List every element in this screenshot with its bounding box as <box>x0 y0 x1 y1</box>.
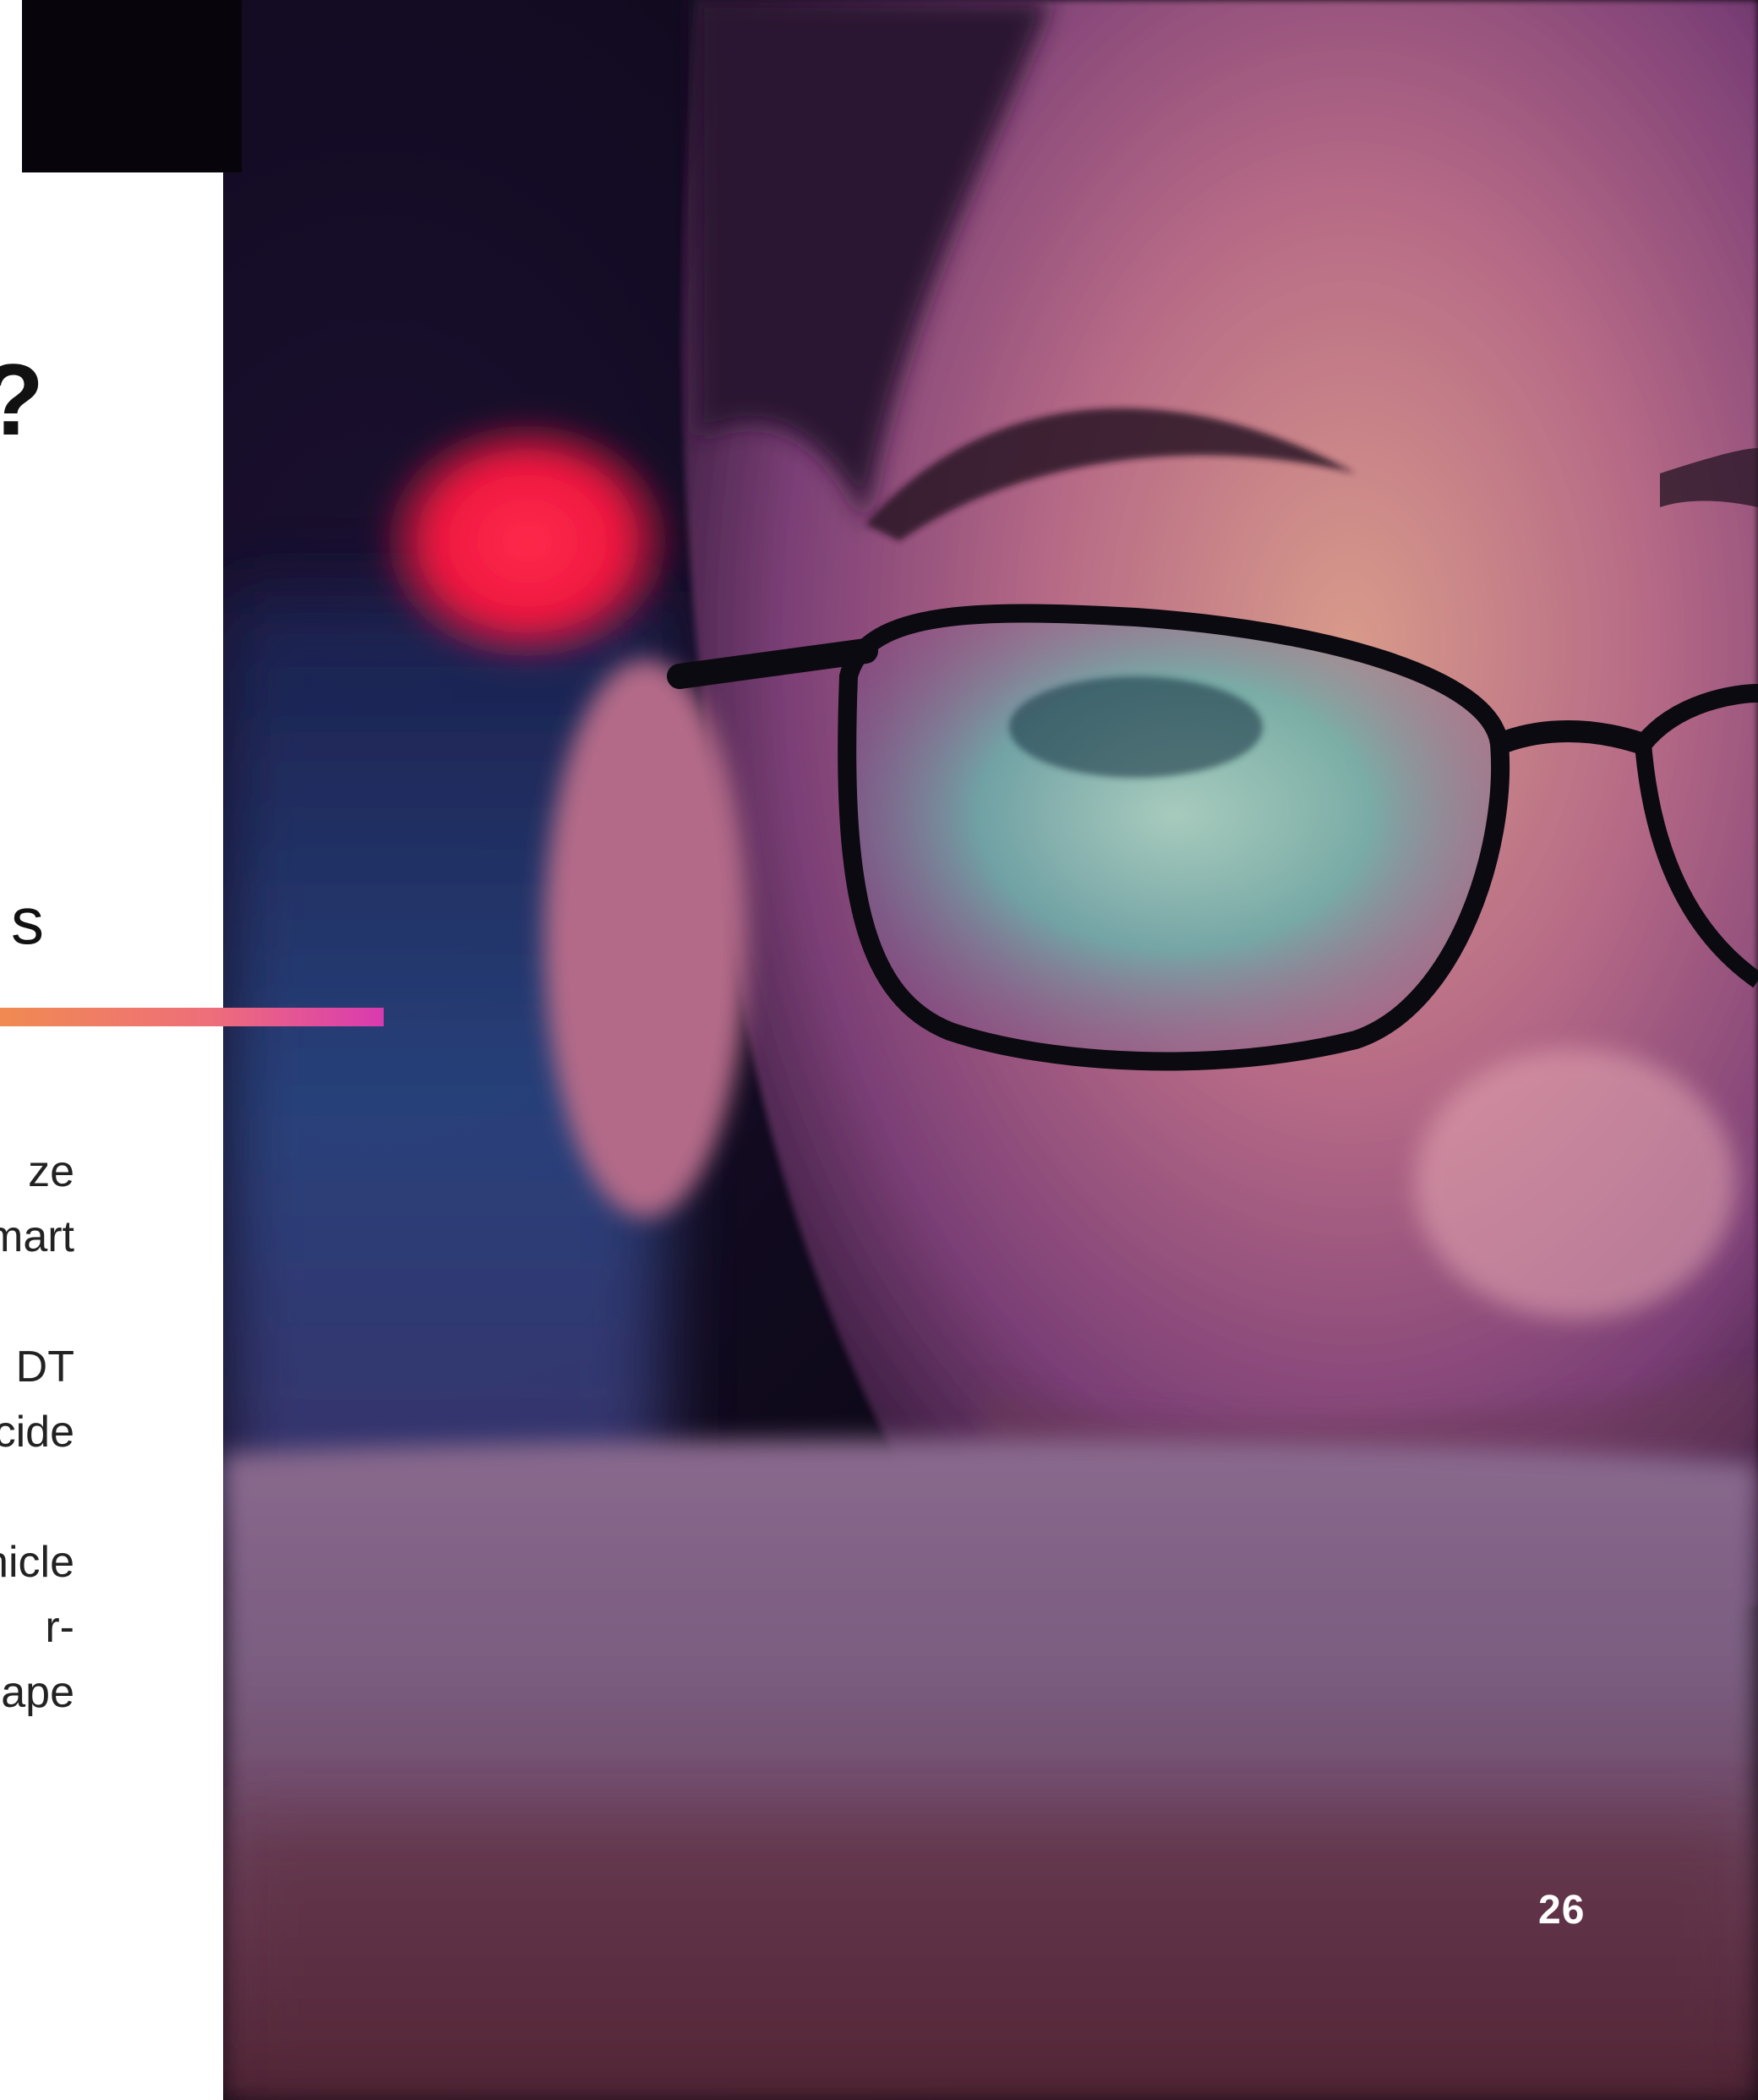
body-line: hicle <box>0 1538 74 1587</box>
text-column: ? s ze mart DT cide hicle r- ape <box>0 172 223 2100</box>
red-light <box>375 414 680 668</box>
report-page: ? s ze mart DT cide hicle r- ape 26 <box>0 0 1758 2100</box>
body-line: ze <box>28 1147 74 1196</box>
heading-fragment: ? <box>0 342 44 458</box>
eye <box>1009 676 1263 778</box>
hero-photo <box>223 0 1758 2100</box>
body-line: ape <box>1 1668 74 1717</box>
nose <box>1415 1048 1736 1319</box>
accent-divider <box>0 1008 384 1026</box>
body-line: mart <box>0 1212 74 1261</box>
subheading-fragment: s <box>11 883 44 958</box>
top-black-band <box>22 0 242 172</box>
ear <box>544 659 747 1217</box>
page-number: 26 <box>1538 1888 1586 1933</box>
portrait-illustration <box>223 0 1758 2100</box>
body-line: cide <box>0 1408 74 1457</box>
laptop-lower-shadow <box>223 1818 1758 2100</box>
body-line: DT <box>15 1343 74 1392</box>
body-line: r- <box>45 1603 74 1652</box>
body-text: ze mart DT cide hicle r- ape <box>0 1140 74 1725</box>
glasses-bridge <box>1495 720 1647 755</box>
